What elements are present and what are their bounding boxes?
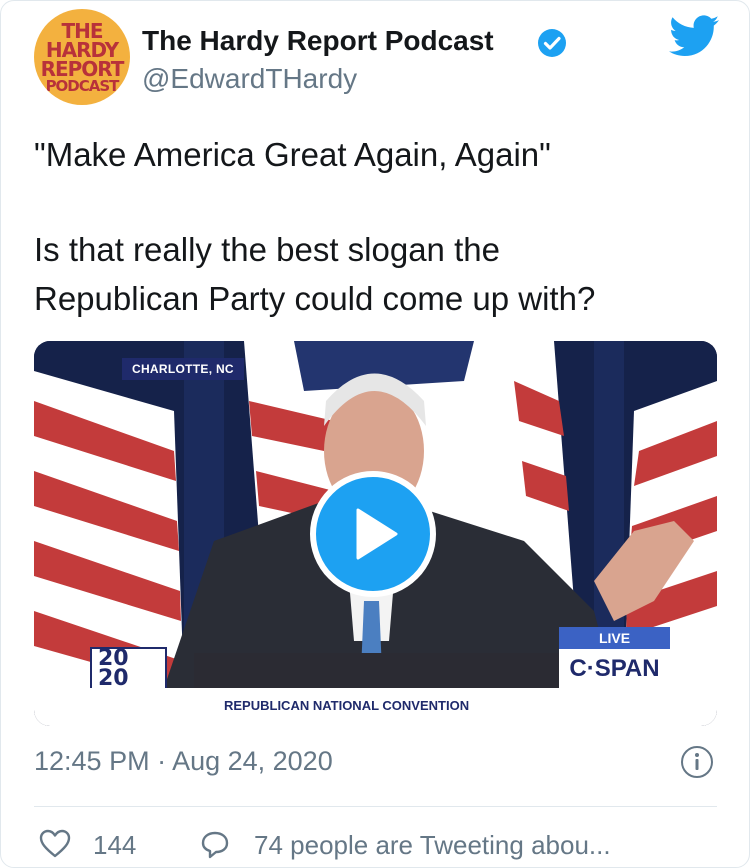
info-icon[interactable] [680,745,714,779]
divider [34,806,717,807]
cspan-logo: C·SPAN [559,649,670,689]
author-handle[interactable]: @EdwardTHardy [142,63,357,95]
play-icon [356,508,398,560]
author-name[interactable]: The Hardy Report Podcast [142,25,494,57]
tweet-card: THE HARDY REPORT PODCAST The Hardy Repor… [0,0,750,868]
tweeting-count-link[interactable]: 74 people are Tweeting abou... [254,830,611,861]
verified-badge-icon [538,29,566,57]
like-count[interactable]: 144 [93,830,136,861]
tweet-text-line-2: Is that really the best slogan the [34,231,500,268]
video-player[interactable]: CHARLOTTE, NC 20 20 LIVE C·SPAN REPUBLIC… [34,341,717,726]
logo-bottom: 20 [98,666,129,691]
avatar-line-4: PODCAST [45,77,120,95]
convention-banner-text: REPUBLICAN NATIONAL CONVENTION [224,698,470,713]
reply-bubble-icon[interactable] [199,830,231,860]
tweet-text-line-3: Republican Party could come up with? [34,280,596,317]
avatar[interactable]: THE HARDY REPORT PODCAST [34,9,130,105]
convention-banner: REPUBLICAN NATIONAL CONVENTION [34,688,717,726]
play-button[interactable] [310,471,436,597]
location-label: CHARLOTTE, NC [122,358,244,380]
tweet-timestamp[interactable]: 12:45 PM · Aug 24, 2020 [34,746,333,777]
heart-icon[interactable] [39,829,71,859]
rnc-2020-logo: 20 20 [90,647,167,693]
twitter-bird-icon[interactable] [669,15,719,57]
live-badge: LIVE [559,627,670,649]
tweet-text-line-1: "Make America Great Again, Again" [34,136,551,173]
